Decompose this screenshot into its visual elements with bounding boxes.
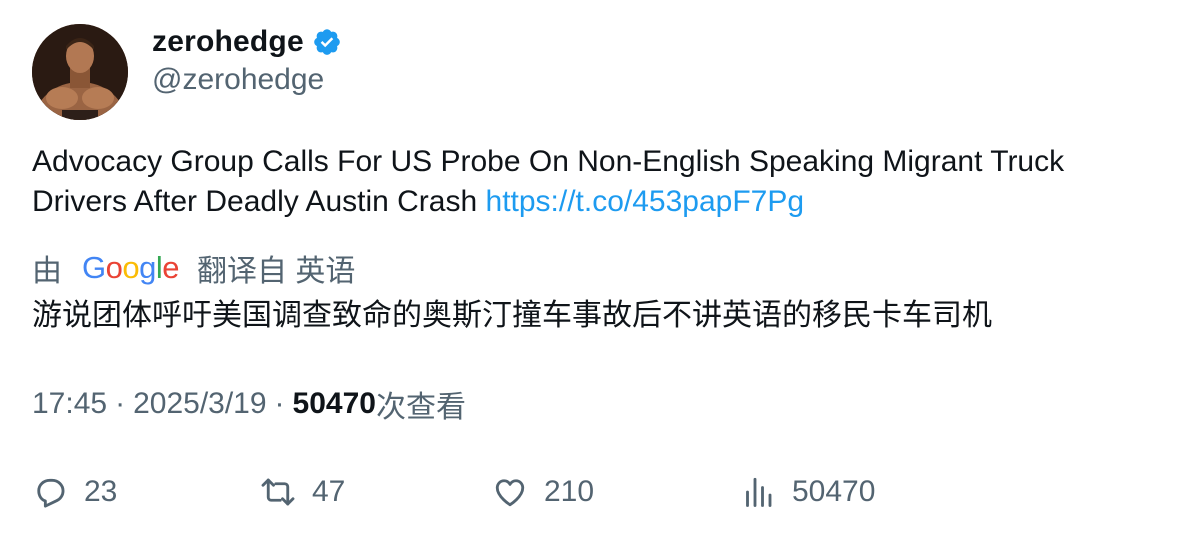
author-display-name[interactable]: zerohedge (152, 25, 304, 59)
tweet-metadata: 17:45 · 2025/3/19 · 50470 次查看 (32, 384, 466, 424)
separator-dot: · (274, 387, 285, 420)
tweet-time[interactable]: 17:45 (32, 387, 107, 421)
action-bar: 23 47 210 50470 (32, 472, 1172, 512)
google-logo: Google (82, 250, 180, 285)
retweet-button[interactable]: 47 (260, 472, 345, 512)
views-action-count: 50470 (792, 475, 876, 508)
views-count: 50470 (292, 387, 376, 420)
avatar[interactable] (32, 24, 128, 120)
like-button[interactable]: 210 (492, 472, 594, 512)
views-label: 次查看 (375, 391, 466, 424)
reply-button[interactable]: 23 (32, 472, 117, 512)
author-handle[interactable]: @zerohedge (152, 63, 324, 97)
like-count: 210 (544, 475, 595, 508)
avatar-image (32, 24, 128, 120)
reply-icon (32, 474, 68, 510)
translation-attribution: 由 Google 翻译自 英语 (32, 248, 355, 288)
tweet-link[interactable]: https://t.co/453papF7Pg (486, 185, 805, 218)
translation-prefix: 由 (32, 255, 62, 288)
retweet-icon (260, 474, 296, 510)
bar-chart-icon (740, 474, 776, 510)
views-button[interactable]: 50470 (740, 472, 875, 512)
heart-icon (492, 474, 528, 510)
verified-badge-icon (312, 27, 342, 57)
separator-dot: · (115, 387, 126, 420)
retweet-count: 47 (312, 475, 346, 508)
tweet-date[interactable]: 2025/3/19 (133, 387, 266, 421)
author-name-row: zerohedge (152, 22, 342, 62)
reply-count: 23 (84, 475, 118, 508)
translation-suffix: 翻译自 英语 (197, 255, 356, 288)
tweet-text: Advocacy Group Calls For US Probe On Non… (32, 142, 1162, 222)
translated-text: 游说团体呼吁美国调查致命的奥斯汀撞车事故后不讲英语的移民卡车司机 (32, 299, 992, 332)
tweet-card: zerohedge @zerohedge Advocacy Group Call… (0, 0, 1196, 538)
